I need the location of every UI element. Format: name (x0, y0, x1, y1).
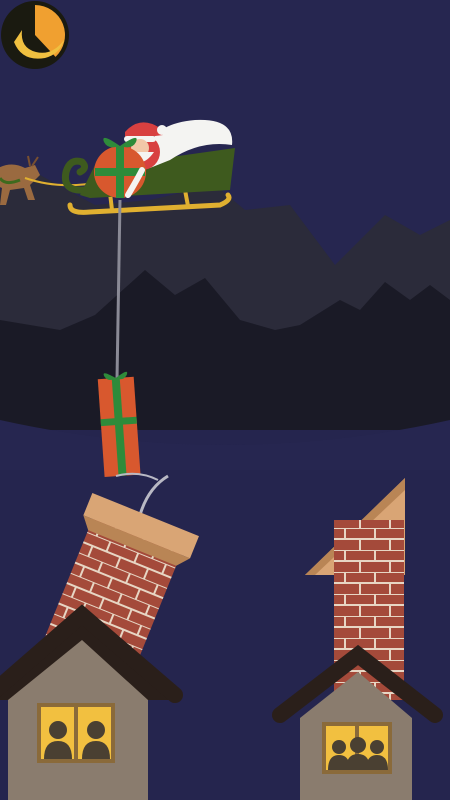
gift-box-icon[interactable] (97, 371, 141, 478)
scene-canvas (0, 0, 450, 800)
moon-timer-icon (1, 1, 69, 69)
game-scene[interactable] (0, 0, 450, 800)
